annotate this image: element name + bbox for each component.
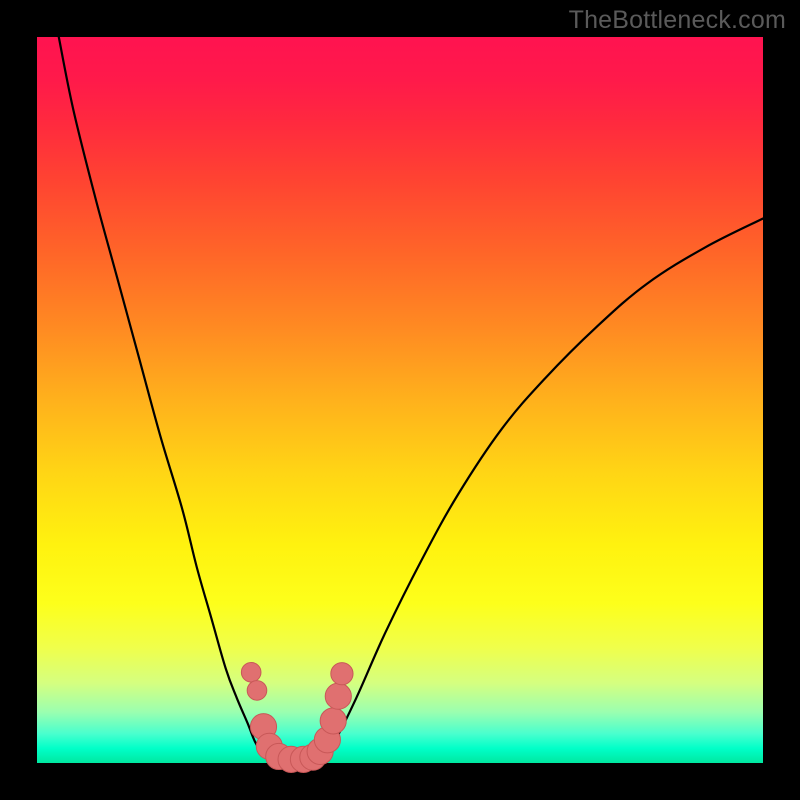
valley-marker-group <box>241 662 353 772</box>
watermark-text: TheBottleneck.com <box>569 6 786 35</box>
valley-marker <box>331 663 353 685</box>
bottleneck-curve-path <box>59 37 763 761</box>
bottleneck-curve <box>59 37 763 761</box>
plot-area <box>37 37 763 763</box>
chart-stage: TheBottleneck.com <box>0 0 800 800</box>
valley-marker <box>247 681 267 701</box>
valley-marker <box>241 662 261 682</box>
valley-marker <box>320 708 346 734</box>
valley-marker <box>325 683 351 709</box>
curve-layer <box>37 37 763 763</box>
